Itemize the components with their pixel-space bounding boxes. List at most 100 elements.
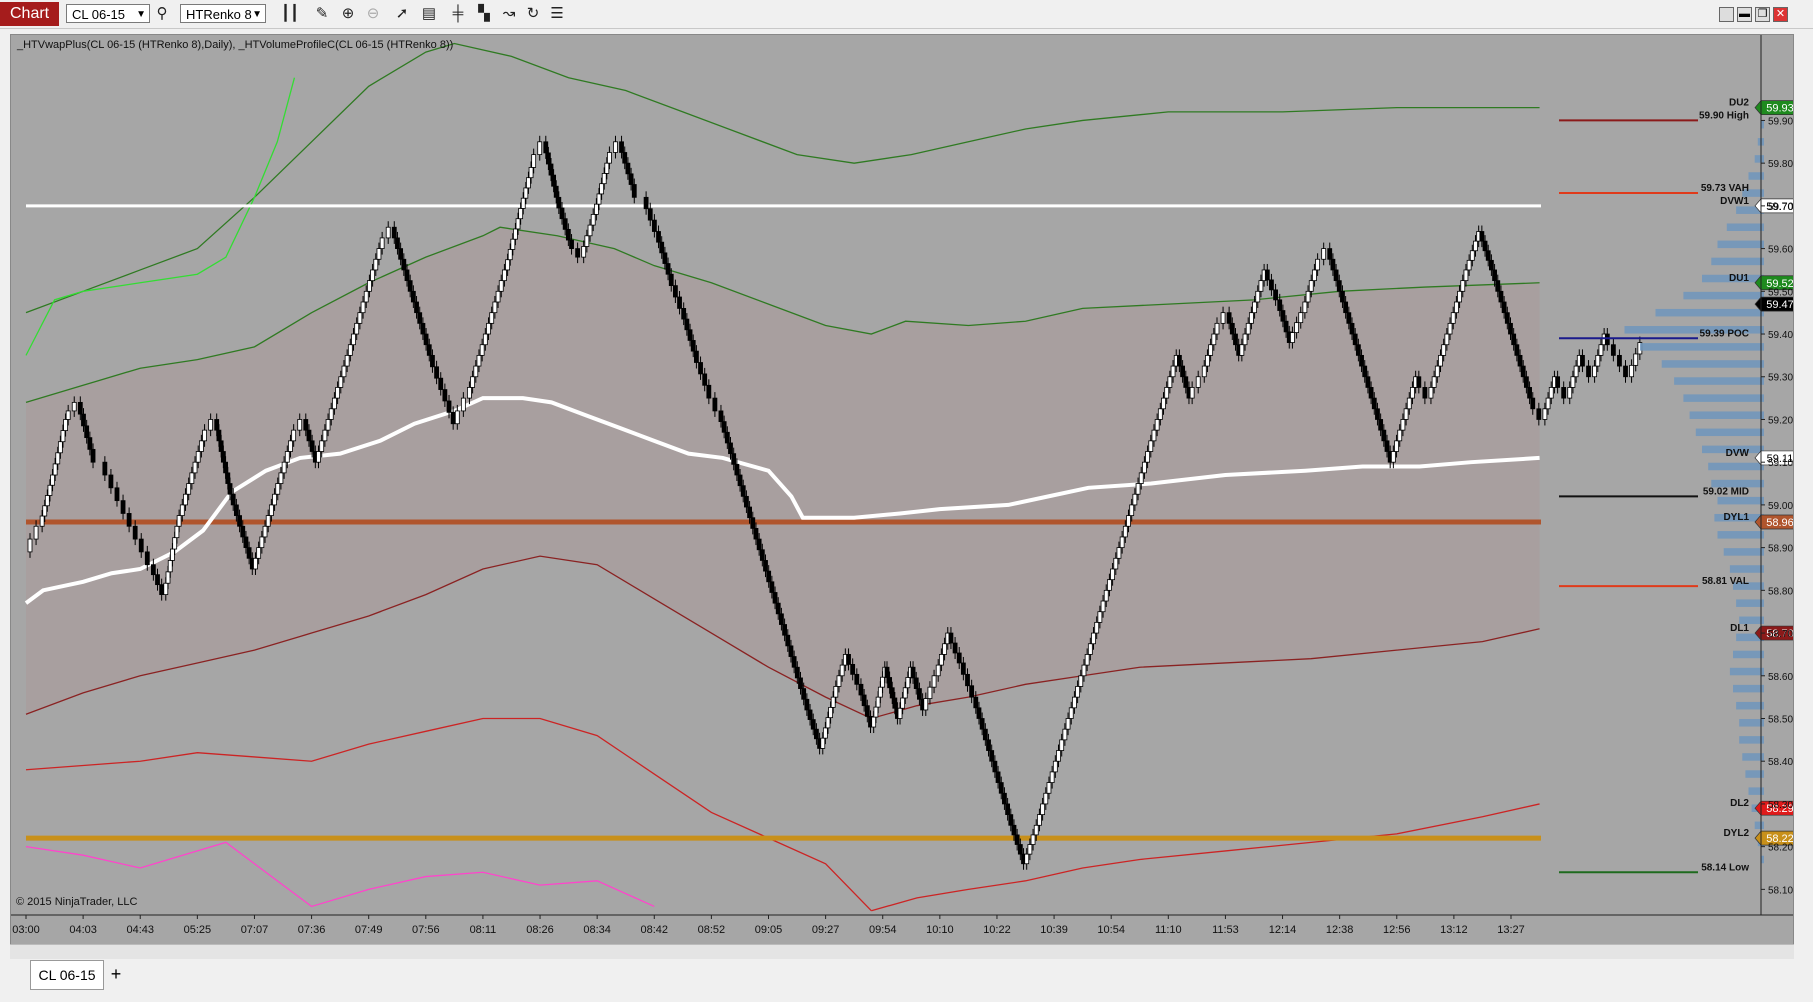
chart-menu-button[interactable]: Chart [0,2,60,26]
renko-bar-up [1122,525,1128,538]
renko-bar-up [460,397,466,412]
renko-bar-down [628,173,634,185]
renko-bar-up [482,333,488,346]
renko-bar-up [498,280,504,292]
level-label: DYL1 [1723,512,1749,523]
renko-bar-down [798,677,803,689]
renko-bar-up [1248,312,1254,324]
add-tab-button[interactable]: + [104,962,128,986]
renko-bar-down [721,421,727,433]
renko-bar-down [807,709,813,720]
renko-bar-up [822,727,828,739]
level-label: DYL2 [1723,828,1749,839]
chart-panel[interactable]: DU2 59.93 59.90 High 59.73 VAH DVW1 59.70 DU1 5… [10,34,1794,957]
renko-bar-down [417,312,423,324]
renko-bar-down [665,263,671,275]
renko-bar-up [520,197,526,209]
renko-bar-up [1294,322,1299,334]
zoom-in-icon[interactable]: ⊕ [338,4,358,24]
renko-bar-down [850,663,856,675]
renko-bar-down [398,248,404,260]
renko-bar-down [731,453,737,465]
y-tick-label: 58.40 [1768,757,1793,768]
minimize-button[interactable]: ▬ [1737,7,1752,22]
maximize-button[interactable] [1719,7,1734,22]
renko-bar-down [1183,376,1189,388]
renko-bar-up [379,237,385,249]
renko-bar-up [1138,472,1144,484]
renko-bar-up [332,397,337,410]
properties-icon[interactable]: ☰ [547,4,567,24]
renko-bar-up [1298,312,1304,324]
renko-bar-up [1126,515,1131,527]
renko-bar-up [60,430,66,443]
horizontal-scrollbar[interactable] [10,944,1794,959]
strategy-icon[interactable]: ▚ [474,4,494,24]
bar-type-select[interactable]: HTRenko 8 ▼ [180,4,266,23]
price-badge-text: 59.93 [1766,103,1793,115]
search-icon[interactable]: ⚲ [152,4,172,24]
x-tick-label: 13:27 [1497,924,1525,936]
volume-profile-bar [1723,548,1764,556]
renko-bar-up [1135,483,1141,495]
volume-profile-bar [1729,667,1764,676]
renko-bar-down [1017,844,1023,855]
pencil-icon[interactable]: ✎ [312,4,332,24]
data-box-icon[interactable]: ▤ [419,4,439,24]
renko-bar-down [1340,290,1345,303]
renko-bar-down [804,698,810,711]
renko-bar-down [1378,419,1384,431]
renko-bar-up [165,571,171,584]
restore-button[interactable]: ❐ [1755,7,1770,22]
renko-bar-down [410,290,416,303]
renko-bar-down [1492,269,1497,282]
renko-bar-down [1011,824,1017,836]
renko-bar-down [1416,376,1422,388]
renko-bar-up [319,440,325,452]
tab-cl-06-15[interactable]: CL 06-15 [30,960,104,990]
renko-bar-down [1343,301,1349,314]
zoom-out-icon[interactable]: ⊖ [363,4,383,24]
renko-bar-up [347,344,353,356]
renko-bar-up [825,717,831,729]
renko-bar-up [1142,461,1147,474]
renko-bar-up [344,354,350,367]
volume-profile-bar [1726,223,1764,232]
renko-bar-down [1180,365,1185,378]
renko-bar-up [256,547,262,559]
renko-bar-up [1239,344,1245,356]
x-tick-label: 08:42 [641,924,669,936]
renko-bar-up [265,515,271,527]
refresh-icon[interactable]: ↻ [523,4,543,24]
bar-type-icon[interactable]: ┃┃ [280,4,300,24]
renko-bar-up [476,354,482,367]
renko-bar-down [737,474,743,487]
renko-bar-down [223,461,228,474]
renko-bar-up [1312,269,1317,282]
close-button[interactable]: ✕ [1773,7,1788,22]
renko-bar-down [556,196,562,209]
renko-bar-up [871,716,877,728]
renko-bar-up [297,419,303,431]
volume-profile-bar [1689,411,1764,419]
bars-icon[interactable]: ╪ [448,4,468,24]
renko-bar-up [322,429,328,442]
renko-bar-down [744,495,749,508]
level-label: DL1 [1730,623,1749,634]
price-chart[interactable]: DU2 59.93 59.90 High 59.73 VAH DVW1 59.70 DU1 5… [11,35,1793,943]
pointer-icon[interactable]: ➚ [392,4,412,24]
renko-bar-up [170,548,175,561]
x-tick-label: 12:38 [1326,924,1354,936]
renko-bar-up [1068,707,1074,719]
renko-bar-down [889,687,895,699]
renko-bar-up [1195,376,1201,388]
renko-bar-up [1542,408,1548,420]
instrument-select[interactable]: CL 06-15 ▼ [66,4,150,23]
renko-bar-up [1154,419,1160,431]
renko-bar-up [1100,600,1106,613]
renko-bar-down [1580,354,1585,367]
x-tick-label: 12:56 [1383,924,1411,936]
indicator-icon[interactable]: ↝ [499,4,519,24]
volume-profile-bar [1708,462,1764,471]
price-badge-text: 59.47 [1766,299,1793,311]
